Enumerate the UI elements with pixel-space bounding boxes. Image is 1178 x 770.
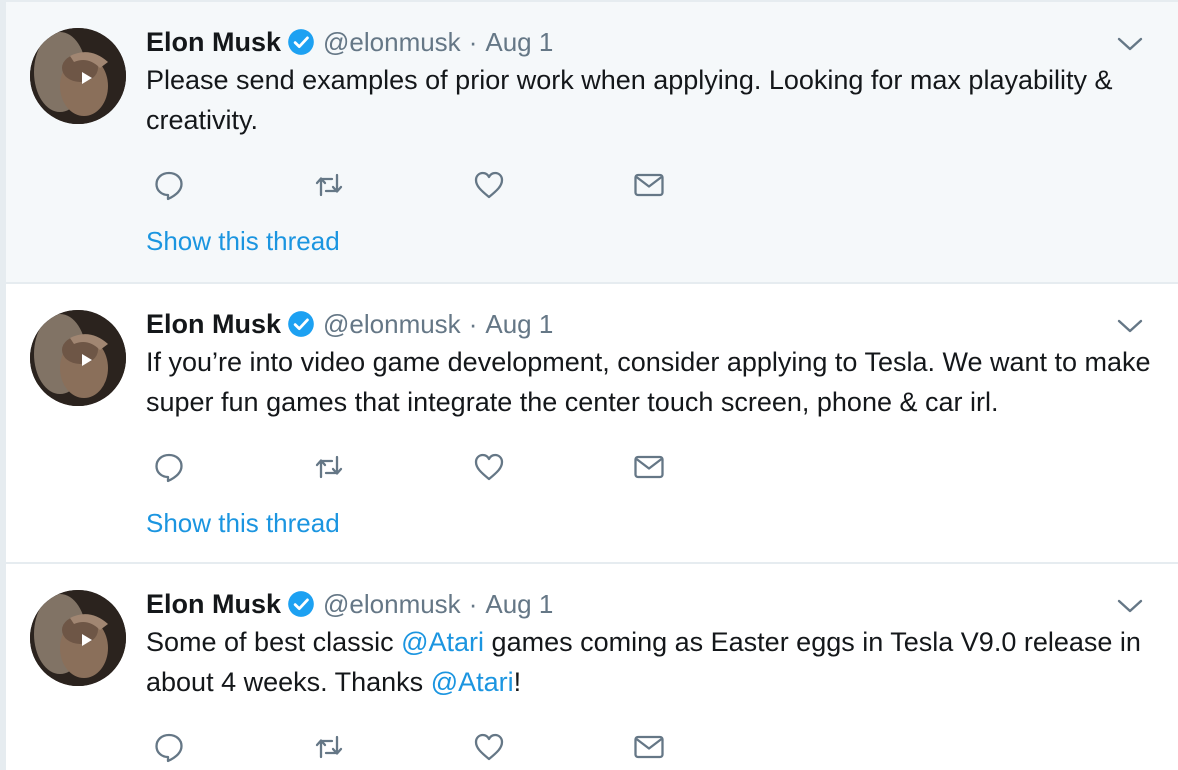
- reply-icon: [155, 733, 183, 763]
- author-handle[interactable]: @elonmusk: [323, 589, 461, 620]
- retweet-button[interactable]: [306, 162, 352, 208]
- separator: ·: [468, 308, 478, 339]
- tweet-text-segment: If you’re into video game development, c…: [146, 347, 1151, 417]
- timeline: Elon Musk @elonmusk · Aug 1 Please send …: [0, 0, 1178, 770]
- reply-button[interactable]: [146, 162, 192, 208]
- tweet-timestamp[interactable]: Aug 1: [485, 309, 553, 340]
- tweet-text-segment: Some of best classic: [146, 627, 402, 657]
- tweet-timestamp[interactable]: Aug 1: [485, 27, 553, 58]
- envelope-icon: [634, 735, 664, 759]
- verified-badge-icon: [287, 310, 315, 338]
- verified-badge-icon: [287, 28, 315, 56]
- avatar[interactable]: [30, 28, 126, 124]
- tweet-header: Elon Musk @elonmusk · Aug 1: [146, 306, 553, 342]
- tweet[interactable]: Elon Musk @elonmusk · Aug 1 Please send …: [6, 2, 1178, 284]
- tweet-text-segment: !: [513, 667, 522, 697]
- tweet-actions: [146, 444, 686, 490]
- tweet[interactable]: Elon Musk @elonmusk · Aug 1 Some of best…: [6, 564, 1178, 770]
- author-name[interactable]: Elon Musk: [146, 589, 281, 620]
- heart-icon: [474, 171, 504, 199]
- chevron-down-icon[interactable]: [1116, 34, 1144, 54]
- tweet-text: Please send examples of prior work when …: [146, 60, 1156, 140]
- retweet-icon: [315, 173, 343, 197]
- author-name[interactable]: Elon Musk: [146, 309, 281, 340]
- avatar[interactable]: [30, 590, 126, 686]
- tweet-text-segment: Please send examples of prior work when …: [146, 65, 1113, 135]
- like-button[interactable]: [466, 444, 512, 490]
- like-button[interactable]: [466, 724, 512, 770]
- author-name[interactable]: Elon Musk: [146, 27, 281, 58]
- retweet-icon: [315, 455, 343, 479]
- author-handle[interactable]: @elonmusk: [323, 309, 461, 340]
- mention-link[interactable]: @Atari: [431, 667, 514, 697]
- chevron-down-icon[interactable]: [1116, 316, 1144, 336]
- direct-message-button[interactable]: [626, 444, 672, 490]
- tweet-text: Some of best classic @Atari games coming…: [146, 622, 1156, 702]
- tweet-header: Elon Musk @elonmusk · Aug 1: [146, 586, 553, 622]
- author-handle[interactable]: @elonmusk: [323, 27, 461, 58]
- tweet-text: If you’re into video game development, c…: [146, 342, 1156, 422]
- retweet-button[interactable]: [306, 444, 352, 490]
- separator: ·: [468, 588, 478, 619]
- retweet-button[interactable]: [306, 724, 352, 770]
- direct-message-button[interactable]: [626, 162, 672, 208]
- reply-icon: [155, 453, 183, 483]
- verified-badge-icon: [287, 590, 315, 618]
- reply-icon: [155, 171, 183, 201]
- reply-button[interactable]: [146, 444, 192, 490]
- mention-link[interactable]: @Atari: [401, 627, 484, 657]
- tweet-actions: [146, 724, 686, 770]
- tweet-header: Elon Musk @elonmusk · Aug 1: [146, 24, 553, 60]
- show-thread-link[interactable]: Show this thread: [146, 226, 340, 257]
- tweet[interactable]: Elon Musk @elonmusk · Aug 1 If you’re in…: [6, 284, 1178, 564]
- heart-icon: [474, 453, 504, 481]
- separator: ·: [468, 26, 478, 57]
- reply-button[interactable]: [146, 724, 192, 770]
- retweet-icon: [315, 735, 343, 759]
- like-button[interactable]: [466, 162, 512, 208]
- direct-message-button[interactable]: [626, 724, 672, 770]
- heart-icon: [474, 733, 504, 761]
- envelope-icon: [634, 173, 664, 197]
- avatar[interactable]: [30, 310, 126, 406]
- envelope-icon: [634, 455, 664, 479]
- tweet-actions: [146, 162, 686, 208]
- tweet-timestamp[interactable]: Aug 1: [485, 589, 553, 620]
- chevron-down-icon[interactable]: [1116, 596, 1144, 616]
- show-thread-link[interactable]: Show this thread: [146, 508, 340, 539]
